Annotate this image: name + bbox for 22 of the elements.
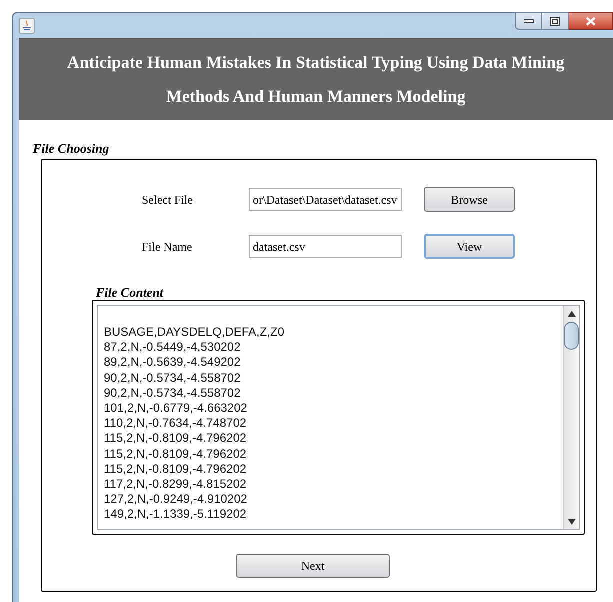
maximize-icon <box>550 16 560 26</box>
close-icon <box>586 16 596 26</box>
close-button[interactable] <box>569 12 613 30</box>
scroll-thumb[interactable] <box>564 322 579 350</box>
minimize-button[interactable] <box>515 12 542 30</box>
maximize-button[interactable] <box>542 12 569 30</box>
app-icon <box>19 18 35 34</box>
scrollbar[interactable] <box>563 306 579 529</box>
action-button[interactable]: View <box>424 234 515 259</box>
input-field[interactable]: dataset.csv <box>249 235 402 258</box>
next-button[interactable]: Next <box>236 554 390 578</box>
minimize-icon <box>524 19 534 23</box>
section-title: File Content <box>96 285 164 300</box>
input-field[interactable]: or\Dataset\Dataset\dataset.csv <box>249 188 402 211</box>
scroll-up-icon[interactable] <box>568 311 576 317</box>
field-label: File Name <box>142 238 194 256</box>
section-title: File Choosing <box>33 141 110 157</box>
header-title: Methods And Human Manners Modeling <box>166 86 466 106</box>
field-label: Select File <box>142 192 194 208</box>
action-button[interactable]: Browse <box>424 187 515 212</box>
scroll-down-icon[interactable] <box>568 519 576 525</box>
header-title: Anticipate Human Mistakes In Statistical Typing Using Data Mining <box>67 52 565 72</box>
